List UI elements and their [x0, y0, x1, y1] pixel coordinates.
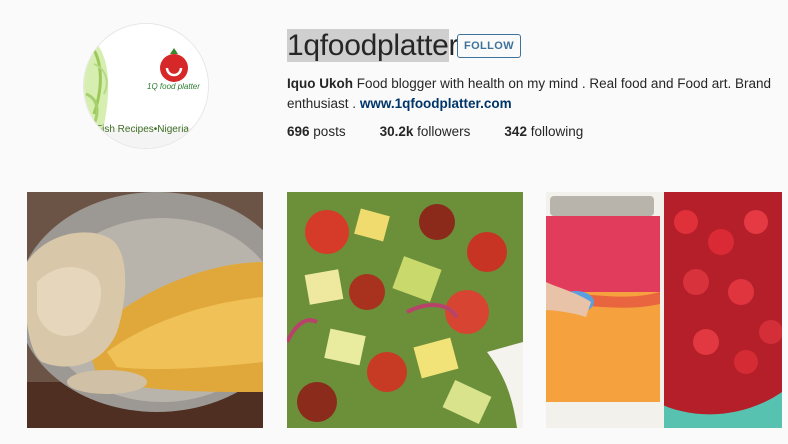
following-label: following — [530, 124, 584, 139]
following-count: 342 — [504, 124, 527, 139]
profile-stats: 696 posts 30.2k followers 342 following — [287, 124, 617, 139]
avatar-tagline: Fish Recipes•Nigeria — [96, 124, 189, 135]
profile-page: 1Q food platter Fish Recipes•Nigeria 1qf… — [0, 0, 788, 444]
posts-stat: 696 posts — [287, 124, 346, 139]
username-selected-text: 1qfoodplatte — [287, 29, 449, 62]
post-thumbnail-2[interactable] — [287, 192, 523, 428]
post-image-pan-dough — [27, 192, 263, 428]
profile-username: 1qfoodplatter — [287, 28, 459, 64]
posts-label: posts — [313, 124, 346, 139]
follow-button[interactable]: FOLLOW — [457, 34, 521, 58]
profile-display-name: Iquo Ukoh — [287, 76, 353, 91]
post-image-smoothie-strawberries — [546, 192, 782, 428]
following-stat[interactable]: 342 following — [504, 124, 583, 139]
post-thumbnail-1[interactable] — [27, 192, 263, 428]
followers-stat[interactable]: 30.2k followers — [380, 124, 471, 139]
post-thumbnail-3[interactable] — [546, 192, 782, 428]
posts-count: 696 — [287, 124, 310, 139]
profile-avatar[interactable]: 1Q food platter Fish Recipes•Nigeria — [84, 24, 208, 148]
post-image-salad — [287, 192, 523, 428]
profile-website-link[interactable]: www.1qfoodplatter.com — [360, 96, 512, 111]
profile-bio: Iquo Ukoh Food blogger with health on my… — [287, 74, 777, 114]
followers-count: 30.2k — [379, 124, 414, 139]
followers-label: followers — [417, 124, 471, 139]
avatar-logo-text: 1Q food platter — [147, 82, 200, 91]
